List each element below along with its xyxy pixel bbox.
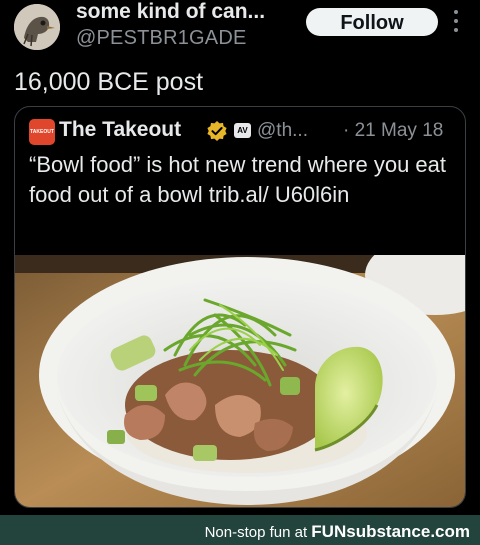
watermark-brand: FUNsubstance.com [311, 522, 470, 541]
quoted-post-card[interactable]: TAKEOUT The Takeout AV @th... · 21 May 1… [14, 106, 466, 508]
watermark-text: Non-stop fun at FUNsubstance.com [205, 522, 470, 542]
author-handle[interactable]: @PESTBR1GADE [76, 27, 247, 50]
quoted-author-handle[interactable]: @th... [257, 120, 308, 142]
watermark-bar: Non-stop fun at FUNsubstance.com [0, 515, 480, 545]
watermark-prefix: Non-stop fun at [204, 524, 312, 541]
follow-button[interactable]: Follow [306, 8, 438, 36]
author-avatar[interactable] [14, 4, 60, 50]
quoted-post-text: “Bowl food” is hot new trend where you e… [29, 152, 447, 207]
verified-badge-icon [207, 121, 227, 141]
bowl-of-poke-photo[interactable] [15, 255, 465, 507]
quoted-author-name[interactable]: The Takeout [59, 118, 181, 142]
author-display-name[interactable]: some kind of can... [76, 0, 265, 24]
affiliate-badge-icon: AV [234, 123, 251, 138]
more-options-icon[interactable] [452, 10, 460, 36]
quoted-post-date[interactable]: · 21 May 18 [343, 120, 443, 142]
quoted-avatar[interactable]: TAKEOUT [29, 119, 55, 145]
post-text: 16,000 BCE post [14, 68, 204, 96]
